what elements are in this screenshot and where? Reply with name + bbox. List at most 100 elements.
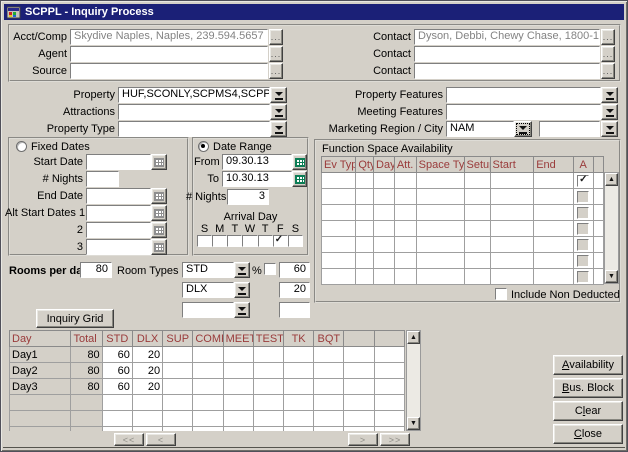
- grid-cell[interactable]: [253, 363, 283, 379]
- contact2-field[interactable]: [414, 46, 600, 62]
- fixed-date-calendar-button[interactable]: [151, 205, 167, 221]
- fixed-date-calendar-button[interactable]: [151, 188, 167, 204]
- grid-cell[interactable]: [314, 363, 344, 379]
- grid-cell[interactable]: 60: [102, 347, 132, 363]
- arrival-day-checkbox-2[interactable]: [227, 235, 242, 247]
- function-space-cell[interactable]: [490, 205, 534, 221]
- grid-cell[interactable]: [193, 395, 223, 411]
- function-space-cell[interactable]: [356, 269, 374, 285]
- function-space-cell[interactable]: [394, 237, 416, 253]
- grid-cell[interactable]: [223, 395, 253, 411]
- grid-cell[interactable]: [193, 427, 223, 432]
- function-space-cell[interactable]: [374, 189, 395, 205]
- function-space-scrollbar[interactable]: ▲ ▼: [604, 172, 619, 284]
- function-space-cell[interactable]: [394, 173, 416, 189]
- function-space-cell[interactable]: [356, 173, 374, 189]
- marketing-city-dropdown-button[interactable]: [601, 121, 618, 137]
- contact3-lookup-button[interactable]: ...: [601, 63, 615, 79]
- function-space-cell[interactable]: [356, 205, 374, 221]
- grid-cell[interactable]: [344, 411, 374, 427]
- grid-cell[interactable]: 60: [102, 379, 132, 395]
- contact2-lookup-button[interactable]: ...: [601, 46, 615, 62]
- function-space-cell[interactable]: [490, 189, 534, 205]
- function-space-cell[interactable]: [416, 269, 464, 285]
- function-space-cell[interactable]: [490, 221, 534, 237]
- grid-cell[interactable]: [253, 427, 283, 432]
- function-space-cell[interactable]: [416, 237, 464, 253]
- grid-cell[interactable]: [253, 411, 283, 427]
- grid-cell[interactable]: 20: [132, 363, 162, 379]
- function-space-cell[interactable]: [356, 221, 374, 237]
- grid-cell[interactable]: [284, 363, 314, 379]
- grid-cell[interactable]: [132, 427, 162, 432]
- grid-cell[interactable]: [344, 379, 374, 395]
- from-calendar-button[interactable]: [292, 154, 307, 170]
- property-features-field[interactable]: [446, 87, 601, 103]
- acct-comp-lookup-button[interactable]: ...: [269, 29, 283, 45]
- grid-cell[interactable]: [132, 395, 162, 411]
- fixed-dates-radio[interactable]: [16, 141, 27, 152]
- function-space-cell[interactable]: [464, 173, 490, 189]
- function-space-cell[interactable]: [356, 253, 374, 269]
- function-space-cell[interactable]: [374, 237, 395, 253]
- function-space-cell[interactable]: [534, 205, 574, 221]
- function-space-cell[interactable]: [394, 205, 416, 221]
- grid-cell[interactable]: [314, 347, 344, 363]
- function-space-cell[interactable]: [322, 237, 356, 253]
- availability-button[interactable]: Availability: [553, 355, 623, 375]
- contact3-field[interactable]: [414, 63, 600, 79]
- marketing-city-field[interactable]: [539, 121, 600, 137]
- grid-cell[interactable]: 20: [132, 379, 162, 395]
- function-space-cell[interactable]: [464, 253, 490, 269]
- function-space-cell[interactable]: [464, 221, 490, 237]
- grid-last-button[interactable]: >>: [380, 433, 410, 446]
- fixed-date-row-field[interactable]: [86, 205, 151, 221]
- to-date-field[interactable]: 10.30.13: [222, 171, 292, 187]
- room-amount-1-field[interactable]: 60: [279, 262, 310, 278]
- agent-field[interactable]: [70, 46, 268, 62]
- grid-cell[interactable]: [284, 395, 314, 411]
- function-space-cell[interactable]: [356, 237, 374, 253]
- grid-cell[interactable]: [163, 395, 193, 411]
- room-amount-2-field[interactable]: 20: [279, 282, 310, 298]
- grid-cell[interactable]: [132, 411, 162, 427]
- function-space-cell[interactable]: [394, 221, 416, 237]
- function-space-cell[interactable]: [322, 253, 356, 269]
- property-features-dropdown-button[interactable]: [601, 87, 618, 103]
- function-space-cell[interactable]: [374, 205, 395, 221]
- grid-cell[interactable]: [253, 347, 283, 363]
- function-space-cell[interactable]: [490, 269, 534, 285]
- arrival-day-checkbox-1[interactable]: [212, 235, 227, 247]
- source-field[interactable]: [70, 63, 268, 79]
- function-space-cell[interactable]: [490, 253, 534, 269]
- contact1-lookup-button[interactable]: ...: [601, 29, 615, 45]
- fixed-date-row-field[interactable]: [86, 171, 119, 187]
- grid-cell[interactable]: [223, 427, 253, 432]
- grid-first-button[interactable]: <<: [114, 433, 144, 446]
- title-bar[interactable]: SCPPL - Inquiry Process: [4, 4, 624, 20]
- property-type-field[interactable]: [118, 121, 270, 137]
- grid-cell[interactable]: [374, 347, 404, 363]
- grid-cell[interactable]: [223, 347, 253, 363]
- arrival-day-checkbox-4[interactable]: [258, 235, 273, 247]
- grid-cell[interactable]: [374, 427, 404, 432]
- include-non-deducted-checkbox[interactable]: [495, 288, 507, 300]
- grid-cell[interactable]: [344, 363, 374, 379]
- source-lookup-button[interactable]: ...: [269, 63, 283, 79]
- grid-cell[interactable]: [163, 427, 193, 432]
- function-space-cell[interactable]: [416, 189, 464, 205]
- function-space-cell[interactable]: [322, 221, 356, 237]
- arrival-day-checkbox-3[interactable]: [242, 235, 257, 247]
- fixed-date-calendar-button[interactable]: [151, 154, 167, 170]
- function-space-cell[interactable]: [374, 173, 395, 189]
- grid-cell[interactable]: [284, 379, 314, 395]
- function-space-cell[interactable]: [534, 189, 574, 205]
- grid-cell[interactable]: [193, 411, 223, 427]
- function-space-cell[interactable]: [322, 269, 356, 285]
- function-space-cell[interactable]: [322, 173, 356, 189]
- grid-cell[interactable]: [102, 395, 132, 411]
- marketing-region-dropdown-button[interactable]: [514, 121, 532, 137]
- function-space-cell[interactable]: [322, 189, 356, 205]
- grid-cell[interactable]: [344, 427, 374, 432]
- arrival-day-checkbox-6[interactable]: [288, 235, 303, 247]
